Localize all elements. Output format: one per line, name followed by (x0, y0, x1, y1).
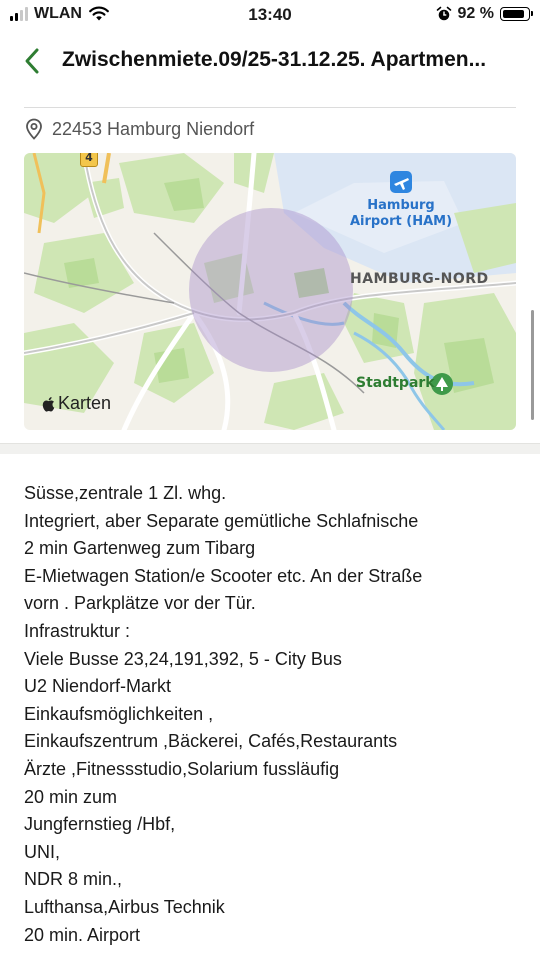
description-line: Einkaufsmöglichkeiten , (24, 703, 214, 724)
map-attribution-label: Karten (58, 393, 112, 413)
description-line: NDR 8 min., (24, 869, 123, 890)
description-line: Einkaufszentrum ,Bäckerei, Cafés,Restaur… (24, 731, 398, 752)
district-label: HAMBURG-NORD (350, 271, 489, 287)
section-separator (0, 443, 540, 454)
description-line: Süsse,zentrale 1 Zl. whg. (24, 483, 227, 503)
description-line: UNI, (24, 841, 60, 862)
page-title: Zwischenmiete.09/25-31.12.25. Apartmen..… (62, 48, 487, 71)
battery-percent: 92 % (457, 5, 494, 22)
description-line: U2 Niendorf-Markt (24, 676, 172, 697)
status-bar: WLAN 13:40 92 % (0, 0, 540, 30)
description-line: vorn . Parkplätze vor der Tür. (24, 593, 256, 614)
map-pin-icon (26, 118, 42, 140)
location-map[interactable]: 4 Hamburg Airport (HAM) HAMBURG-NORD Sta… (24, 153, 516, 430)
status-right: 92 % (436, 5, 533, 23)
description-line: Integriert, aber Separate gemütliche Sch… (24, 510, 419, 531)
description-line: Jungfernstieg /Hbf, (24, 814, 176, 835)
description-line: Ärzte ,Fitnessstudio,Solarium fussläufig (24, 758, 340, 779)
road-number-badge: 4 (80, 153, 98, 167)
back-button[interactable] (18, 46, 48, 76)
listing-description: Süsse,zentrale 1 Zl. whg. Integriert, abe… (24, 480, 524, 949)
location-row: 22453 Hamburg Niendorf (24, 118, 254, 140)
airport-label-line1: Hamburg (367, 198, 435, 213)
battery-icon (500, 7, 533, 21)
map-attribution: Karten (42, 393, 111, 414)
map-background (24, 153, 516, 430)
airport-label-line2: Airport (HAM) (349, 214, 453, 229)
chevron-left-icon (25, 48, 39, 74)
description-line: E-Mietwagen Station/e Scooter etc. An de… (24, 565, 423, 586)
alarm-icon (436, 6, 451, 21)
search-radius-circle (189, 208, 353, 372)
description-line: Infrastruktur : (24, 620, 131, 641)
description-line: Viele Busse 23,24,191,392, 5 - City Bus (24, 648, 342, 669)
description-line: 2 min Gartenweg zum Tibarg (24, 538, 256, 559)
description-line: 20 min. Airport (24, 924, 141, 945)
divider (24, 107, 516, 108)
description-line: 20 min zum (24, 786, 118, 807)
scroll-indicator (531, 310, 534, 420)
park-label: Stadtpark (356, 375, 435, 391)
location-text: 22453 Hamburg Niendorf (52, 118, 255, 139)
apple-logo-icon (42, 396, 55, 412)
airport-label: Hamburg Airport (HAM) (346, 198, 456, 230)
description-line: Lufthansa,Airbus Technik (24, 896, 225, 917)
navigation-bar: Zwischenmiete.09/25-31.12.25. Apartmen..… (0, 36, 540, 86)
battery-fill (503, 10, 525, 18)
road-number-label: 4 (85, 153, 93, 164)
